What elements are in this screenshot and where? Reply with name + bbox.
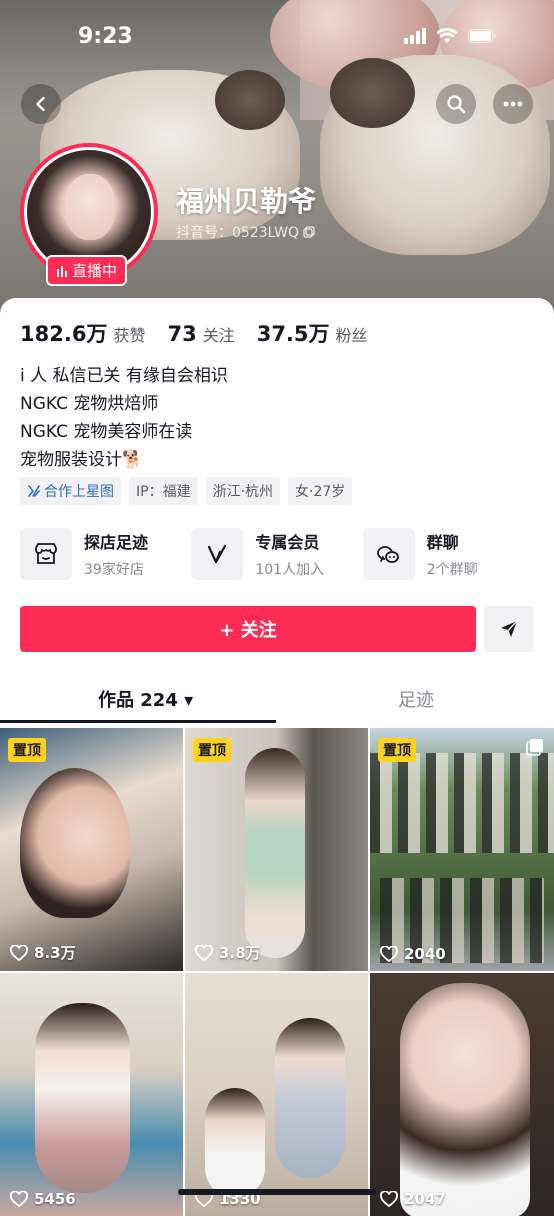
like-count-value: 8.3万 [34, 944, 76, 962]
tag-partner[interactable]: 合作上星图 [20, 477, 121, 505]
like-count: 2047 [380, 1190, 446, 1208]
service-membership[interactable]: 专属会员 101人加入 [191, 528, 362, 580]
profile-tags: 合作上星图 IP：福建 浙江·杭州 女·27岁 [20, 477, 353, 505]
stat-label: 关注 [202, 326, 235, 345]
video-thumbnail[interactable]: 置顶 3.8万 [185, 728, 368, 971]
service-title: 探店足迹 [84, 533, 149, 552]
stat-likes: 182.6万 获赞 [20, 318, 145, 348]
profile-bio: i 人 私信已关 有缘自会相识 NGKC 宠物烘焙师 NGKC 宠物美容师在读 … [20, 362, 228, 474]
search-icon [447, 95, 466, 114]
stat-label: 获赞 [113, 326, 146, 345]
heart-icon [380, 946, 398, 962]
vip-icon [191, 528, 244, 580]
tag-partner-label: 合作上星图 [44, 484, 114, 500]
more-icon [503, 101, 523, 107]
copy-icon [303, 226, 315, 238]
share-button[interactable] [484, 606, 534, 652]
video-thumbnail[interactable]: 置顶 8.3万 [0, 728, 183, 971]
stat-value: 37.5万 [256, 322, 330, 346]
pinned-badge: 置顶 [193, 738, 231, 762]
stat-followers[interactable]: 37.5万 粉丝 [257, 318, 368, 348]
content-tabs: 作品 224 ▾ 足迹 [0, 676, 554, 726]
profile-id-text: 抖音号：0523LWQ [176, 225, 300, 241]
star-map-icon [28, 485, 40, 497]
like-count: 8.3万 [10, 942, 76, 963]
like-count: 5456 [10, 1190, 76, 1208]
pinned-badge: 置顶 [8, 738, 46, 762]
signal-icon [404, 28, 426, 44]
back-button[interactable] [21, 84, 61, 124]
search-button[interactable] [436, 84, 476, 124]
service-title: 专属会员 [255, 533, 320, 552]
service-sub: 39家好店 [84, 562, 144, 578]
like-count: 3.8万 [195, 942, 261, 963]
pinned-badge: 置顶 [378, 738, 416, 762]
profile-id[interactable]: 抖音号：0523LWQ [176, 222, 315, 242]
bio-line: i 人 私信已关 有缘自会相识 [20, 366, 228, 386]
video-thumbnail[interactable]: 5456 [0, 973, 183, 1216]
like-count-value: 3.8万 [219, 944, 261, 962]
tag-location: 浙江·杭州 [205, 477, 281, 505]
follow-button[interactable]: + 关注 [20, 606, 476, 652]
tab-works[interactable]: 作品 224 ▾ [98, 686, 193, 712]
tab-indicator [0, 720, 276, 723]
like-count-value: 2040 [404, 945, 446, 963]
stat-label: 粉丝 [335, 326, 368, 345]
stat-following[interactable]: 73 关注 [167, 322, 234, 346]
live-badge-label: 直播中 [72, 262, 118, 280]
profile-nickname: 福州贝勒爷 [176, 185, 317, 218]
video-thumbnail[interactable]: 2047 [370, 973, 554, 1216]
status-icons [404, 28, 496, 44]
more-button[interactable] [493, 84, 533, 124]
live-bars-icon [57, 265, 67, 277]
service-sub: 2个群聊 [426, 562, 478, 578]
send-icon [501, 620, 518, 637]
service-group-chat[interactable]: 群聊 2个群聊 [362, 528, 534, 580]
tab-footprints[interactable]: 足迹 [398, 686, 434, 712]
service-sub: 101人加入 [255, 562, 325, 578]
status-time: 9:23 [78, 24, 133, 49]
bio-line: 宠物服装设计🐕 [20, 450, 144, 470]
chevron-left-icon [36, 96, 45, 112]
video-thumbnail[interactable]: 置顶 2040 [370, 728, 554, 971]
heart-icon [380, 1191, 398, 1207]
multi-image-icon [526, 739, 543, 756]
cover-cat-face [215, 70, 285, 130]
battery-icon [468, 29, 496, 43]
tag-ip: IP：福建 [129, 477, 198, 505]
profile-card: 182.6万 获赞 73 关注 37.5万 粉丝 i 人 私信已关 有缘自会相识… [0, 298, 554, 1216]
tag-gender-age: 女·27岁 [288, 477, 353, 505]
service-shop-visits[interactable]: 探店足迹 39家好店 [20, 528, 191, 580]
heart-icon [10, 944, 28, 961]
cover-cat-face [330, 58, 415, 128]
profile-stats: 182.6万 获赞 73 关注 37.5万 粉丝 [20, 318, 368, 348]
home-indicator [178, 1189, 376, 1195]
bio-line: NGKC 宠物美容师在读 [20, 422, 193, 442]
live-badge[interactable]: 直播中 [46, 255, 128, 286]
like-count: 2040 [380, 945, 446, 963]
heart-icon [195, 944, 213, 961]
stat-value: 73 [167, 322, 197, 346]
shop-icon [20, 528, 72, 580]
service-entries: 探店足迹 39家好店 专属会员 101人加入 群聊 2个群聊 [20, 528, 534, 580]
like-count-value: 2047 [404, 1190, 446, 1208]
service-title: 群聊 [426, 533, 459, 552]
wifi-icon [436, 28, 458, 43]
heart-icon [10, 1191, 28, 1207]
video-thumbnail[interactable]: 1330 [185, 973, 368, 1216]
chat-icon [362, 528, 415, 580]
stat-value: 182.6万 [20, 322, 108, 346]
like-count-value: 5456 [34, 1190, 76, 1208]
bio-line: NGKC 宠物烘焙师 [20, 394, 159, 414]
